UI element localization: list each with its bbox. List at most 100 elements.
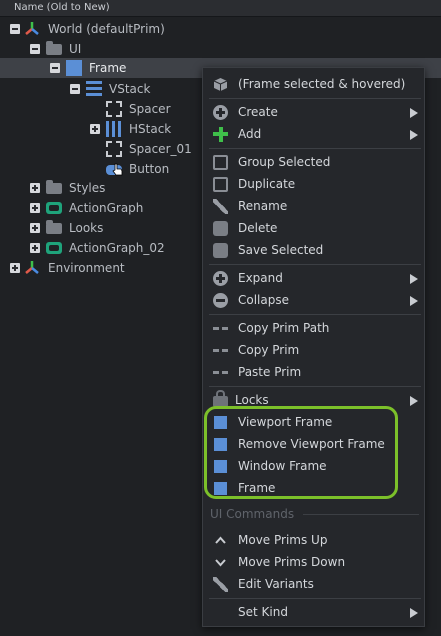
- menu-item-label: Frame: [238, 481, 276, 495]
- menu-item-save-selected[interactable]: Save Selected: [203, 239, 426, 261]
- collapse-toggle-icon[interactable]: [10, 24, 20, 34]
- submenu-arrow-icon: [410, 608, 418, 618]
- tree-row-ui[interactable]: UI: [0, 39, 441, 59]
- action-graph-icon: [46, 242, 62, 254]
- tree-row-label: World (defaultPrim): [48, 22, 165, 36]
- menu-item-label: Set Kind: [238, 605, 288, 619]
- submenu-arrow-icon: [410, 274, 418, 284]
- add-icon: [213, 127, 228, 142]
- menu-item-copy-prim[interactable]: Copy Prim: [203, 339, 426, 361]
- menu-item-label: Rename: [238, 199, 288, 213]
- save-icon: [213, 243, 228, 258]
- menu-item-expand[interactable]: Expand: [203, 267, 426, 289]
- collapse-toggle-icon[interactable]: [30, 44, 40, 54]
- tree-row-label: VStack: [109, 82, 151, 96]
- spacer-icon: [106, 141, 122, 157]
- folder-icon: [46, 180, 62, 194]
- tree-row-label: UI: [69, 42, 82, 56]
- tree-row-label: Frame: [89, 61, 127, 75]
- tree-row-world[interactable]: World (defaultPrim): [0, 19, 441, 39]
- menu-separator: [209, 386, 421, 387]
- frame-icon: [214, 482, 227, 495]
- menu-item-create[interactable]: Create: [203, 101, 426, 123]
- collapse-toggle-icon[interactable]: [70, 84, 80, 94]
- menu-item-collapse[interactable]: Collapse: [203, 289, 426, 311]
- hand-cursor-icon: [112, 163, 123, 176]
- menu-item-label: Edit Variants: [238, 577, 314, 591]
- folder-icon: [46, 41, 62, 55]
- hstack-icon: [106, 121, 122, 137]
- expand-toggle-icon[interactable]: [90, 124, 100, 134]
- menu-item-move-prims-down[interactable]: Move Prims Down: [203, 551, 426, 573]
- column-header[interactable]: Name (Old to New): [0, 0, 441, 17]
- menu-item-label: Collapse: [238, 293, 289, 307]
- vstack-icon: [86, 81, 102, 97]
- menu-item-group-selected[interactable]: Group Selected: [203, 151, 426, 173]
- tree-row-label: Styles: [69, 181, 106, 195]
- menu-item-move-prims-up[interactable]: Move Prims Up: [203, 529, 426, 551]
- menu-item-label: Paste Prim: [238, 365, 302, 379]
- menu-item-window-frame[interactable]: Window Frame: [203, 455, 426, 477]
- xform-icon: [25, 22, 39, 35]
- menu-separator: [209, 148, 421, 149]
- menu-item-label: Add: [238, 127, 262, 141]
- menu-item-locks[interactable]: Locks: [203, 389, 426, 411]
- expand-toggle-icon[interactable]: [30, 223, 40, 233]
- frame-icon: [66, 60, 82, 76]
- expand-icon: [213, 271, 228, 286]
- duplicate-icon: [213, 177, 228, 192]
- expand-toggle-icon[interactable]: [10, 263, 20, 273]
- group-icon: [213, 155, 228, 170]
- collapse-toggle-icon[interactable]: [50, 63, 60, 73]
- cube-icon: [213, 78, 228, 91]
- create-icon: [213, 105, 228, 120]
- menu-item-set-kind[interactable]: Set Kind: [203, 601, 426, 623]
- menu-item-label: Save Selected: [238, 243, 324, 257]
- frame-icon: [214, 416, 227, 429]
- expand-toggle-icon[interactable]: [30, 203, 40, 213]
- menu-item-label: Viewport Frame: [238, 415, 333, 429]
- submenu-arrow-icon: [410, 296, 418, 306]
- paste-icon: [213, 371, 228, 374]
- menu-item-label: Window Frame: [238, 459, 327, 473]
- collapse-icon: [213, 293, 228, 308]
- expand-toggle-icon[interactable]: [30, 243, 40, 253]
- submenu-arrow-icon: [410, 108, 418, 118]
- menu-item-label: Group Selected: [238, 155, 331, 169]
- menu-item-viewport-frame[interactable]: Viewport Frame: [203, 411, 426, 433]
- menu-item-duplicate[interactable]: Duplicate: [203, 173, 426, 195]
- folder-icon: [46, 220, 62, 234]
- menu-header: (Frame selected & hovered): [203, 73, 426, 95]
- expand-toggle-icon[interactable]: [30, 183, 40, 193]
- tree-row-label: Spacer_01: [129, 142, 192, 156]
- menu-item-label: Copy Prim: [238, 343, 300, 357]
- copy-icon: [213, 349, 228, 352]
- tree-row-label: Button: [129, 162, 170, 176]
- menu-item-label: Locks: [235, 393, 269, 407]
- menu-item-frame[interactable]: Frame: [203, 477, 426, 499]
- menu-header-label: (Frame selected & hovered): [238, 77, 406, 91]
- chevron-down-icon: [215, 559, 226, 567]
- menu-item-paste-prim[interactable]: Paste Prim: [203, 361, 426, 383]
- menu-item-remove-viewport-frame[interactable]: Remove Viewport Frame: [203, 433, 426, 455]
- context-menu: (Frame selected & hovered) Create Add Gr…: [202, 67, 425, 627]
- spacer-icon: [106, 101, 122, 117]
- tree-row-label: Spacer: [129, 102, 171, 116]
- pencil-icon: [213, 199, 228, 214]
- menu-item-label: Copy Prim Path: [238, 321, 330, 335]
- menu-item-copy-prim-path[interactable]: Copy Prim Path: [203, 317, 426, 339]
- menu-item-label: Move Prims Up: [238, 533, 328, 547]
- menu-item-label: Duplicate: [238, 177, 296, 191]
- menu-item-delete[interactable]: Delete: [203, 217, 426, 239]
- section-title-ui-commands: UI Commands: [210, 507, 295, 521]
- menu-item-label: Move Prims Down: [238, 555, 346, 569]
- menu-item-add[interactable]: Add: [203, 123, 426, 145]
- menu-item-label: Remove Viewport Frame: [238, 437, 385, 451]
- menu-item-label: Delete: [238, 221, 278, 235]
- frame-icon: [214, 438, 227, 451]
- menu-item-rename[interactable]: Rename: [203, 195, 426, 217]
- menu-item-edit-variants[interactable]: Edit Variants: [203, 573, 426, 595]
- column-header-label: Name (Old to New): [14, 2, 110, 13]
- trash-icon: [213, 221, 228, 236]
- submenu-arrow-icon: [410, 396, 418, 406]
